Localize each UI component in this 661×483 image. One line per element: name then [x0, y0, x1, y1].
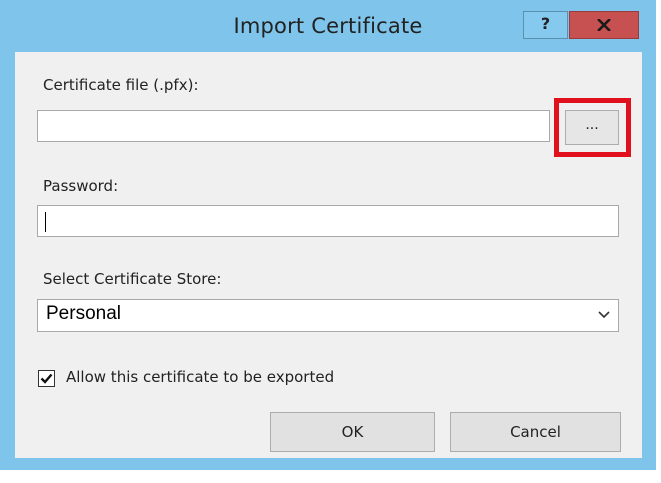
certificate-store-value: Personal: [46, 303, 121, 324]
browse-button[interactable]: ...: [565, 110, 619, 145]
help-button[interactable]: ?: [523, 11, 568, 39]
close-icon: [597, 19, 611, 31]
exportable-checkbox[interactable]: [38, 370, 55, 387]
title-bar[interactable]: Import Certificate ?: [0, 0, 656, 52]
certificate-file-label: Certificate file (.pfx):: [43, 76, 199, 94]
certificate-file-input[interactable]: [37, 110, 550, 142]
close-button[interactable]: [569, 11, 639, 39]
cancel-button[interactable]: Cancel: [450, 412, 621, 452]
checkmark-icon: [40, 373, 53, 384]
password-input[interactable]: [37, 205, 619, 237]
ok-button[interactable]: OK: [270, 412, 435, 452]
text-caret: [45, 212, 46, 232]
chevron-down-icon: [598, 311, 610, 319]
password-label: Password:: [43, 177, 119, 195]
certificate-store-select[interactable]: Personal: [37, 299, 619, 332]
exportable-label[interactable]: Allow this certificate to be exported: [66, 368, 334, 386]
import-certificate-dialog: Import Certificate ? Certificate file (.…: [0, 0, 656, 470]
certificate-store-label: Select Certificate Store:: [43, 270, 222, 288]
